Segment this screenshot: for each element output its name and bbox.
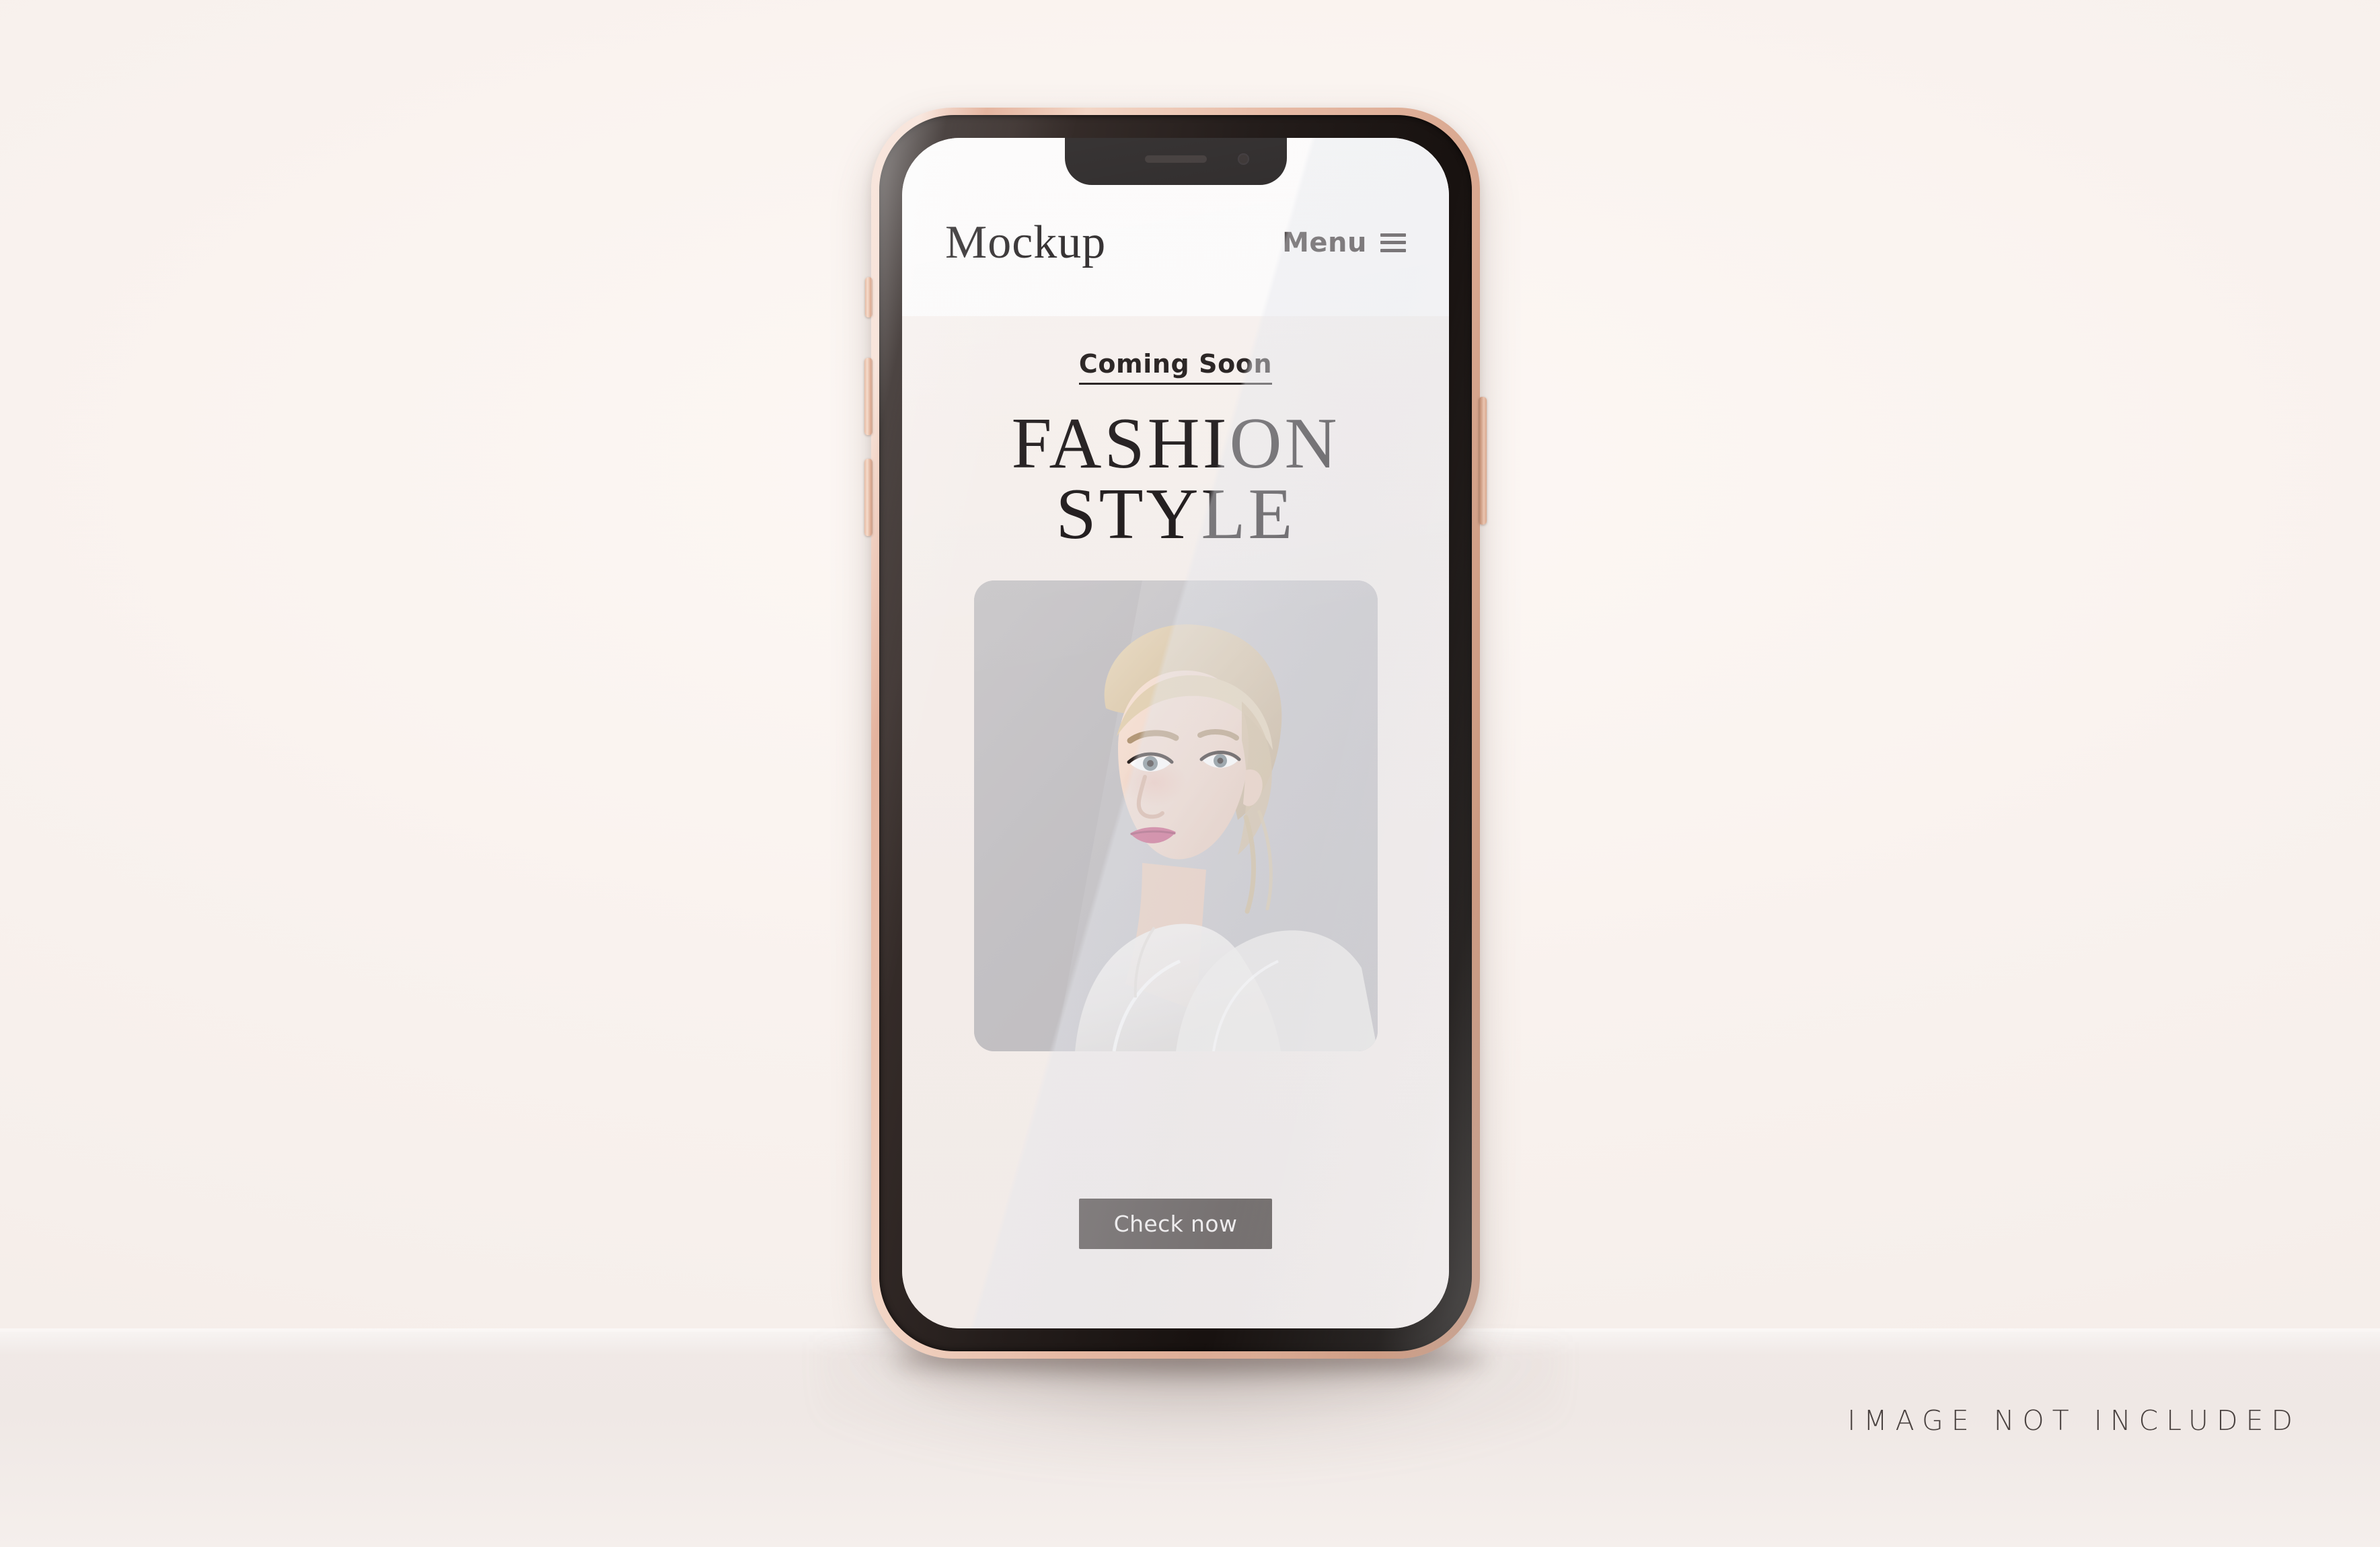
volume-up-button[interactable]	[864, 358, 872, 435]
watermark-text: IMAGE NOT INCLUDED	[1847, 1404, 2301, 1437]
headline-line-1: FASHION	[1011, 403, 1340, 484]
nav-right: Menu	[1282, 227, 1406, 258]
phone-screen: Mockup Menu Coming Soon FASHION STYLE Ch…	[902, 138, 1449, 1328]
menu-button-label[interactable]: Menu	[1282, 227, 1367, 258]
mute-switch-button[interactable]	[865, 277, 872, 317]
check-now-button[interactable]: Check now	[1078, 1199, 1273, 1249]
power-button[interactable]	[1479, 397, 1487, 525]
cta-container: Check now	[902, 1199, 1449, 1249]
model-portrait-illustration	[973, 580, 1378, 1052]
brand-logo[interactable]: Mockup	[945, 219, 1106, 266]
headline-line-2: STYLE	[1055, 474, 1296, 554]
hero-section: Coming Soon FASHION STYLE Check now	[902, 316, 1449, 1328]
hero-photo	[973, 580, 1378, 1052]
phone-device: Mockup Menu Coming Soon FASHION STYLE Ch…	[864, 108, 1487, 1359]
hamburger-icon[interactable]	[1380, 233, 1406, 252]
front-camera-icon	[1237, 153, 1249, 165]
earpiece-speaker-icon	[1144, 155, 1207, 163]
page-title: FASHION STYLE	[1011, 403, 1340, 554]
notch	[1064, 138, 1287, 185]
website-page: Mockup Menu Coming Soon FASHION STYLE Ch…	[902, 138, 1449, 1328]
mockup-scene: Mockup Menu Coming Soon FASHION STYLE Ch…	[0, 0, 2380, 1547]
volume-down-button[interactable]	[864, 459, 872, 536]
coming-soon-label: Coming Soon	[1078, 350, 1273, 385]
